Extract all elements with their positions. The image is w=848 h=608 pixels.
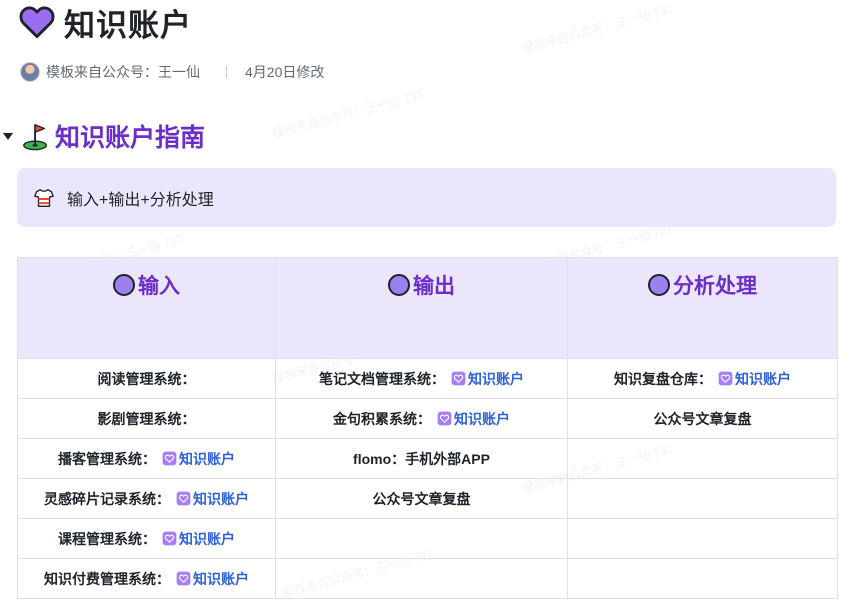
cell-content: 公众号文章复盘 xyxy=(373,489,471,509)
table-cell[interactable]: 课程管理系统： 知识账户 xyxy=(17,518,276,559)
page-link[interactable]: 知识账户 xyxy=(176,489,249,509)
avatar[interactable] xyxy=(20,62,40,82)
table-cell[interactable] xyxy=(567,518,838,559)
table-header-row: 输入 输出 分析处理 xyxy=(17,257,838,359)
watermark: 模板来自公众号：王一仙 737 xyxy=(270,87,425,141)
page-link[interactable]: 知识账户 xyxy=(451,369,524,389)
page-link-label: 知识账户 xyxy=(735,370,791,387)
header-cell-analysis[interactable]: 分析处理 xyxy=(567,257,838,359)
purple-heart-icon xyxy=(162,531,177,546)
table-cell[interactable]: 灵感碎片记录系统： 知识账户 xyxy=(17,478,276,519)
purple-circle-icon xyxy=(113,274,135,296)
table-row: 影剧管理系统： 金句积累系统： 知识账户 公众号文章复盘 xyxy=(17,398,838,439)
purple-heart-icon xyxy=(162,451,177,466)
page-link-label: 知识账户 xyxy=(193,570,249,587)
page-link-label: 知识账户 xyxy=(193,490,249,507)
page-link[interactable]: 知识账户 xyxy=(718,369,791,389)
cell-text: 阅读管理系统： xyxy=(97,370,196,387)
header-label: 输入 xyxy=(138,275,180,298)
purple-heart-icon xyxy=(176,571,191,586)
golf-flag-icon xyxy=(23,124,48,151)
purple-circle-icon xyxy=(648,274,670,296)
table-cell[interactable] xyxy=(567,478,838,519)
cell-content: flomo：手机外部APP xyxy=(353,449,490,469)
purple-heart-icon xyxy=(19,6,55,38)
cell-content: 影剧管理系统： xyxy=(98,409,196,429)
cell-content: 笔记文档管理系统： 知识账户 xyxy=(319,369,524,389)
shirt-icon xyxy=(34,188,54,207)
cell-content: 灵感碎片记录系统： 知识账户 xyxy=(44,489,249,509)
page-link-label: 知识账户 xyxy=(179,530,235,547)
cell-content: 课程管理系统： 知识账户 xyxy=(58,529,235,549)
table-cell[interactable]: 公众号文章复盘 xyxy=(275,478,568,519)
page-link[interactable]: 知识账户 xyxy=(437,409,510,429)
table-row: 知识付费管理系统： 知识账户 xyxy=(17,558,838,599)
cell-content: 播客管理系统： 知识账户 xyxy=(58,449,235,469)
page-link[interactable]: 知识账户 xyxy=(176,569,249,589)
table-cell[interactable]: 知识付费管理系统： 知识账户 xyxy=(17,558,276,599)
header-label: 分析处理 xyxy=(673,275,757,298)
callout-text: 输入+输出+分析处理 xyxy=(67,191,214,209)
cell-text: 播客管理系统： xyxy=(58,450,156,467)
cell-text: 笔记文档管理系统： xyxy=(319,370,445,387)
purple-heart-icon xyxy=(437,411,452,426)
section-title: 知识账户指南 xyxy=(55,124,206,152)
purple-heart-icon xyxy=(176,491,191,506)
page-link-label: 知识账户 xyxy=(468,370,524,387)
table-row: 课程管理系统： 知识账户 xyxy=(17,518,838,559)
cell-text: 金句积累系统： xyxy=(333,410,431,427)
table-cell[interactable]: 公众号文章复盘 xyxy=(567,398,838,439)
cell-text: 课程管理系统： xyxy=(58,530,156,547)
header-cell-input[interactable]: 输入 xyxy=(17,257,276,359)
table-cell[interactable] xyxy=(275,558,568,599)
meta-divider xyxy=(226,66,227,78)
header-cell-output[interactable]: 输出 xyxy=(275,257,568,359)
cell-text: 影剧管理系统： xyxy=(97,410,196,427)
table-cell[interactable]: 金句积累系统： 知识账户 xyxy=(275,398,568,439)
purple-heart-icon xyxy=(718,371,733,386)
cell-content: 阅读管理系统： xyxy=(98,369,196,389)
header-label: 输出 xyxy=(413,275,455,298)
page-title: 知识账户 xyxy=(64,7,192,43)
cell-text: 知识复盘仓库： xyxy=(614,370,712,387)
table-cell[interactable]: 播客管理系统： 知识账户 xyxy=(17,438,276,479)
section-heading: 知识账户指南 xyxy=(0,116,205,156)
page-link-label: 知识账户 xyxy=(454,410,510,427)
table-cell[interactable]: 知识复盘仓库： 知识账户 xyxy=(567,358,838,399)
table-cell[interactable]: 影剧管理系统： xyxy=(17,398,276,439)
modified-time: 4月20日修改 xyxy=(245,64,325,80)
collapse-caret-icon[interactable] xyxy=(3,132,13,140)
page-link-label: 知识账户 xyxy=(179,450,235,467)
purple-heart-icon xyxy=(451,371,466,386)
callout-block: 输入+输出+分析处理 xyxy=(17,168,836,227)
cell-content: 知识付费管理系统： 知识账户 xyxy=(44,569,249,589)
table-cell[interactable]: 阅读管理系统： xyxy=(17,358,276,399)
cell-text: 灵感碎片记录系统： xyxy=(44,490,170,507)
purple-circle-icon xyxy=(388,274,410,296)
table-cell[interactable]: 笔记文档管理系统： 知识账户 xyxy=(275,358,568,399)
cell-text: 公众号文章复盘 xyxy=(372,490,471,507)
cell-text: 公众号文章复盘 xyxy=(653,410,752,427)
table-row: 播客管理系统： 知识账户 flomo：手机外部APP xyxy=(17,438,838,479)
page-link[interactable]: 知识账户 xyxy=(162,529,235,549)
table-row: 灵感碎片记录系统： 知识账户 公众号文章复盘 xyxy=(17,478,838,519)
cell-content: 知识复盘仓库： 知识账户 xyxy=(614,369,791,389)
cell-content: 金句积累系统： 知识账户 xyxy=(333,409,510,429)
watermark: 模板来自公众号：王一仙 737 xyxy=(520,2,675,56)
author-label[interactable]: 模板来自公众号：王一仙 xyxy=(46,62,200,82)
table-cell[interactable] xyxy=(275,518,568,559)
title-row: 知识账户 xyxy=(18,0,192,44)
cell-content: 公众号文章复盘 xyxy=(654,409,752,429)
table-cell[interactable] xyxy=(567,558,838,599)
table-row: 阅读管理系统： 笔记文档管理系统： 知识账户 知识复盘仓库： 知识账户 xyxy=(17,358,838,399)
table-cell[interactable]: flomo：手机外部APP xyxy=(275,438,568,479)
cell-text: 知识付费管理系统： xyxy=(44,570,170,587)
page-meta: 模板来自公众号：王一仙 4月20日修改 xyxy=(20,62,324,82)
cell-text: flomo：手机外部APP xyxy=(353,450,490,467)
knowledge-table: 输入 输出 分析处理 阅读管理系统： 笔记文档管理系统： 知识账户 知识复盘仓库： 知识… xyxy=(17,257,838,599)
page-link[interactable]: 知识账户 xyxy=(162,449,235,469)
table-cell[interactable] xyxy=(567,438,838,479)
